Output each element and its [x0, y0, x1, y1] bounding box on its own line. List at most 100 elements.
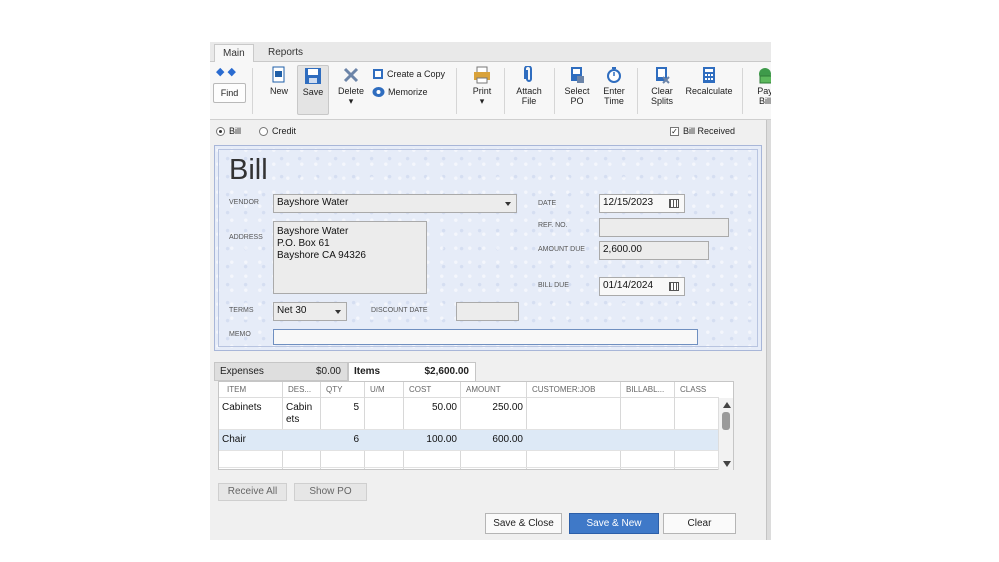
select-po-button[interactable]: Select PO	[562, 66, 592, 106]
tab-main[interactable]: Main	[214, 44, 254, 62]
items-table: ITEM DES... QTY U/M COST AMOUNT CUSTOMER…	[218, 381, 734, 470]
receive-all-button[interactable]: Receive All	[218, 483, 287, 501]
col-header-class[interactable]: CLASS	[680, 385, 706, 394]
memorize-button[interactable]: Memorize	[372, 86, 428, 98]
col-header-customer-job[interactable]: CUSTOMER:JOB	[532, 385, 595, 394]
cost-cell[interactable]: 100.00	[426, 434, 457, 445]
discount-date-field[interactable]	[456, 302, 519, 321]
item-cell[interactable]: Cabinets	[222, 402, 261, 413]
description-line: ets	[286, 414, 300, 425]
bill-due-value: 01/14/2024	[603, 280, 654, 291]
show-po-button[interactable]: Show PO	[294, 483, 367, 501]
enter-time-label-1: Enter	[603, 86, 625, 96]
enter-bills-window: Main Reports ◆◆ Find New Save Delete ▾ C…	[210, 42, 771, 540]
print-dropdown-icon: ▾	[479, 96, 485, 106]
vendor-value: Bayshore Water	[277, 197, 349, 208]
bill-received-option: ✓ Bill Received	[670, 126, 735, 136]
table-row[interactable]: Cabinets Cabin ets 5 50.00 250.00	[219, 398, 719, 430]
vendor-dropdown[interactable]: Bayshore Water	[273, 194, 517, 213]
expenses-total: $0.00	[315, 366, 341, 377]
save-button[interactable]: Save	[297, 65, 329, 115]
discount-date-label: DISCOUNT DATE	[371, 307, 428, 314]
attach-label-1: Attach	[516, 86, 542, 96]
date-label: DATE	[538, 200, 557, 207]
ribbon-tabs: Main Reports	[210, 42, 771, 62]
items-total: $2,600.00	[424, 366, 470, 377]
tab-items[interactable]: Items $2,600.00	[348, 362, 476, 381]
expenses-tab-label: Expenses	[220, 366, 264, 377]
form-title: Bill	[229, 154, 268, 186]
terms-value: Net 30	[277, 305, 307, 316]
select-po-label-1: Select	[564, 86, 590, 96]
save-close-button[interactable]: Save & Close	[485, 513, 562, 534]
new-button[interactable]: New	[266, 66, 292, 96]
cost-cell[interactable]: 50.00	[432, 402, 457, 413]
table-row[interactable]: Chair 6 100.00 600.00	[219, 430, 719, 451]
bill-form: Bill VENDOR Bayshore Water ADDRESS Baysh…	[214, 145, 762, 351]
credit-radio[interactable]	[259, 126, 269, 136]
divider	[456, 68, 457, 114]
clear-button[interactable]: Clear	[663, 513, 736, 534]
delete-dropdown-icon: ▾	[348, 96, 354, 106]
col-header-um[interactable]: U/M	[370, 385, 385, 394]
paperclip-icon	[524, 66, 532, 82]
terms-dropdown[interactable]: Net 30	[273, 302, 347, 321]
bill-radio-label: Bill	[229, 126, 242, 136]
address-label: ADDRESS	[229, 234, 263, 241]
ref-no-label: REF. NO.	[538, 222, 568, 229]
clear-splits-button[interactable]: Clear Splits	[647, 66, 677, 106]
qty-cell[interactable]: 5	[353, 402, 359, 413]
tab-reports[interactable]: Reports	[260, 44, 311, 62]
col-header-billable[interactable]: BILLABL...	[626, 385, 664, 394]
vertical-scrollbar[interactable]	[718, 398, 733, 470]
qty-cell[interactable]: 6	[353, 434, 359, 445]
find-button[interactable]: Find	[213, 83, 246, 103]
detail-tabs: Expenses $0.00 Items $2,600.00	[214, 362, 494, 381]
delete-label: Delete	[337, 86, 364, 96]
date-field[interactable]: 12/15/2023	[599, 194, 685, 213]
pay-bill-button[interactable]: Pay Bill	[750, 66, 771, 106]
col-header-cost[interactable]: COST	[409, 385, 431, 394]
bill-received-label: Bill Received	[683, 126, 736, 136]
floppy-disk-icon	[305, 68, 321, 84]
calculator-icon	[703, 67, 715, 83]
vendor-label: VENDOR	[229, 199, 259, 206]
calendar-icon[interactable]	[669, 282, 679, 291]
table-row[interactable]	[219, 451, 719, 468]
calendar-icon[interactable]	[669, 199, 679, 208]
description-cell[interactable]: Cabin ets	[286, 402, 312, 426]
create-copy-button[interactable]: Create a Copy	[372, 68, 445, 80]
col-header-qty[interactable]: QTY	[326, 385, 342, 394]
prev-arrow-icon[interactable]: ◆	[216, 66, 227, 78]
ref-no-field[interactable]	[599, 218, 729, 237]
attach-file-button[interactable]: Attach File	[512, 66, 546, 106]
scroll-thumb[interactable]	[722, 412, 730, 430]
address-box[interactable]: Bayshore Water P.O. Box 61 Bayshore CA 9…	[273, 221, 427, 294]
pay-bill-label-1: Pay	[757, 86, 771, 96]
credit-radio-label: Credit	[272, 126, 297, 136]
bill-received-checkbox[interactable]: ✓	[670, 126, 679, 136]
col-header-description[interactable]: DES...	[288, 385, 311, 394]
amount-cell[interactable]: 600.00	[492, 434, 523, 445]
item-cell[interactable]: Chair	[222, 434, 246, 445]
next-arrow-icon[interactable]: ◆	[227, 66, 238, 78]
bill-radio[interactable]	[216, 126, 225, 136]
col-header-amount[interactable]: AMOUNT	[466, 385, 501, 394]
address-line: Bayshore CA 94326	[277, 250, 366, 261]
col-header-item[interactable]: ITEM	[227, 385, 246, 394]
print-button[interactable]: Print ▾	[468, 66, 496, 106]
delete-button[interactable]: Delete ▾	[335, 66, 367, 106]
scroll-up-icon[interactable]	[723, 402, 731, 408]
memo-field[interactable]	[273, 329, 698, 345]
scroll-down-icon[interactable]	[723, 461, 731, 467]
enter-time-button[interactable]: Enter Time	[599, 66, 629, 106]
save-new-button[interactable]: Save & New	[569, 513, 659, 534]
address-line: P.O. Box 61	[277, 238, 330, 249]
bill-due-field[interactable]: 01/14/2024	[599, 277, 685, 296]
description-line: Cabin	[286, 402, 313, 413]
amount-cell[interactable]: 250.00	[492, 402, 523, 413]
recalculate-button[interactable]: Recalculate	[682, 66, 736, 96]
amount-due-field[interactable]: 2,600.00	[599, 241, 709, 260]
tab-expenses[interactable]: Expenses $0.00	[214, 362, 348, 381]
clear-splits-icon	[656, 67, 670, 84]
